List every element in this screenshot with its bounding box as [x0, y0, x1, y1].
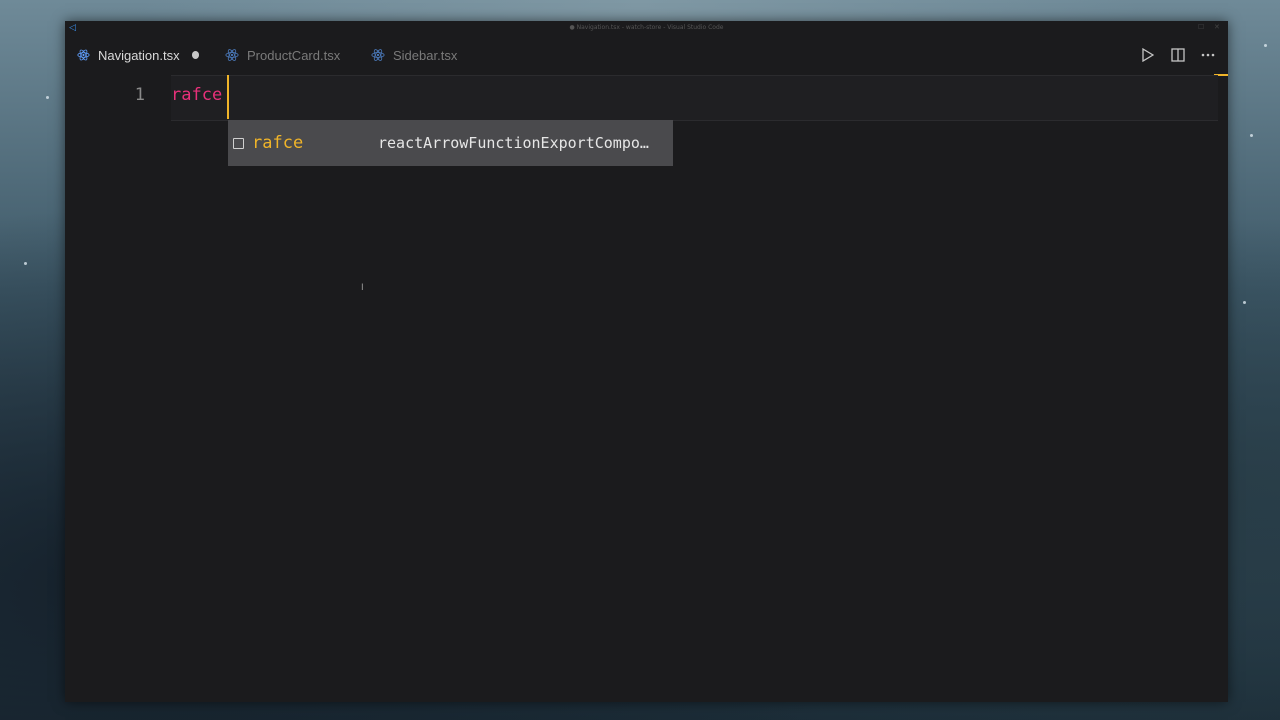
- tab-label: ProductCard.tsx: [247, 47, 341, 63]
- wallpaper-star: [1250, 134, 1253, 137]
- tab-bar: Navigation.tsx ProductCard.tsx Sidebar.t…: [65, 35, 1228, 75]
- code-editor[interactable]: 1 rafce rafce reactArrowFunctionExportCo…: [65, 74, 1228, 702]
- wallpaper-star: [1264, 44, 1267, 47]
- react-icon: [77, 49, 90, 61]
- text-cursor: [227, 75, 229, 119]
- mouse-ibeam-icon: I: [361, 283, 364, 293]
- unsaved-dot-icon[interactable]: [191, 51, 199, 59]
- suggestion-label[interactable]: rafce: [252, 133, 378, 153]
- code-line[interactable]: rafce: [171, 85, 222, 105]
- tab-label: Navigation.tsx: [97, 47, 180, 63]
- line-number: 1: [134, 85, 145, 105]
- snippet-icon: [233, 137, 244, 149]
- suggestion-widget[interactable]: rafce reactArrowFunctionExportCompo…: [228, 120, 673, 166]
- close-icon[interactable]: ✕: [1214, 23, 1222, 31]
- window-controls: ☐ ✕: [1198, 23, 1222, 31]
- wallpaper-star: [1243, 301, 1246, 304]
- editor-window: ◁ ● Navigation.tsx - watch-store - Visua…: [65, 21, 1228, 702]
- react-icon: [225, 49, 239, 61]
- run-icon[interactable]: [1140, 47, 1156, 63]
- tab-sidebar[interactable]: Sidebar.tsx: [357, 35, 487, 75]
- maximize-icon[interactable]: ☐: [1198, 23, 1206, 31]
- wallpaper-star: [24, 262, 27, 265]
- react-icon: [371, 49, 385, 61]
- current-line-highlight: [171, 75, 1218, 121]
- split-editor-icon[interactable]: [1170, 47, 1186, 63]
- window-title: ● Navigation.tsx - watch-store - Visual …: [569, 24, 724, 31]
- suggestion-detail: reactArrowFunctionExportCompo…: [378, 134, 649, 152]
- tab-navigation[interactable]: Navigation.tsx: [65, 35, 211, 75]
- more-actions-icon[interactable]: [1200, 47, 1216, 63]
- title-bar: ◁ ● Navigation.tsx - watch-store - Visua…: [65, 21, 1228, 35]
- tab-label: Sidebar.tsx: [393, 47, 458, 63]
- editor-actions: [1140, 35, 1216, 75]
- tab-productcard[interactable]: ProductCard.tsx: [211, 35, 357, 75]
- wallpaper-star: [46, 96, 49, 99]
